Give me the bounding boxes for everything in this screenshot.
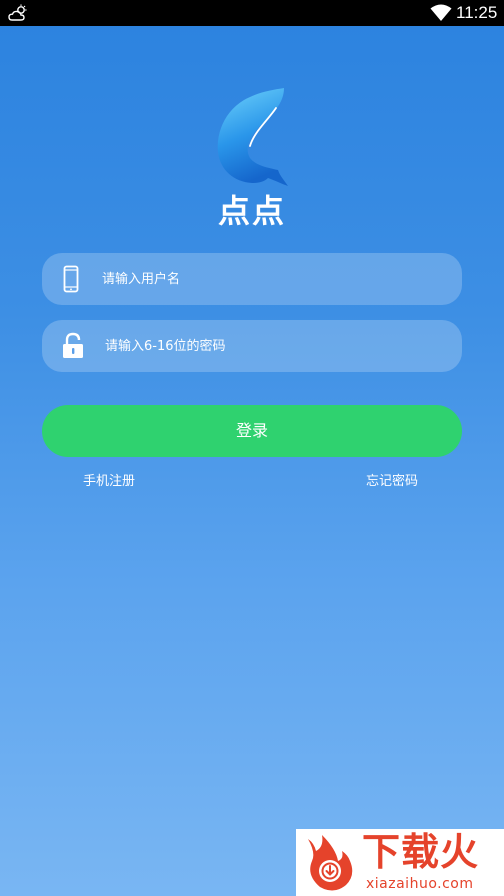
lock-icon: [63, 332, 83, 358]
watermark-title: 下载火: [362, 830, 480, 874]
forgot-password-link[interactable]: 忘记密码: [366, 472, 418, 492]
username-field[interactable]: [42, 253, 462, 305]
password-input[interactable]: [105, 320, 445, 372]
register-link[interactable]: 手机注册: [83, 472, 135, 492]
phone-icon: [63, 265, 79, 293]
status-bar: 11:25: [0, 0, 504, 26]
login-button[interactable]: 登录: [42, 405, 462, 457]
flame-logo-icon: [308, 835, 353, 891]
status-time: 11:25: [456, 3, 498, 22]
password-field[interactable]: [42, 320, 462, 372]
username-input[interactable]: [102, 253, 442, 305]
watermark: 下载火 xiazaihuo.com: [296, 829, 504, 896]
wifi-icon: [430, 4, 452, 21]
fish-logo-icon: [217, 88, 288, 186]
watermark-url: xiazaihuo.com: [366, 876, 474, 892]
app-name: 点点: [217, 192, 286, 230]
cloud-icon: [8, 4, 27, 21]
